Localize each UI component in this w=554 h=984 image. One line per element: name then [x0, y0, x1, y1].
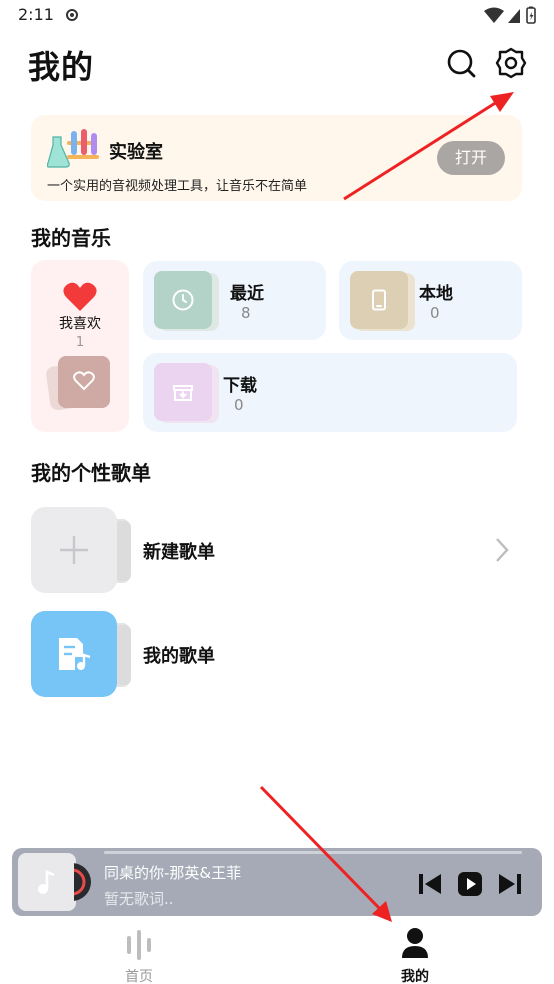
recent-label: 最近	[230, 284, 264, 304]
lab-flask-icon	[47, 129, 99, 168]
my-playlist-label: 我的歌单	[143, 646, 215, 667]
local-count: 0	[430, 304, 440, 322]
skip-next-icon	[499, 874, 521, 894]
previous-button[interactable]	[416, 870, 444, 898]
heart-icon	[63, 282, 97, 311]
chevron-right-icon	[496, 538, 509, 562]
local-card[interactable]: 本地 0	[339, 261, 522, 340]
status-bar: 2:11	[0, 0, 554, 30]
user-icon	[402, 928, 428, 958]
phone-icon	[372, 289, 386, 311]
search-button[interactable]	[444, 46, 478, 80]
my-music-heading: 我的音乐	[31, 226, 111, 250]
new-playlist-thumb	[31, 507, 117, 593]
play-icon	[458, 872, 482, 896]
recent-card[interactable]: 最近 8	[143, 261, 326, 340]
player-lyric: 暂无歌词..	[104, 890, 174, 908]
lab-title: 实验室	[109, 142, 163, 163]
lab-description: 一个实用的音视频处理工具，让音乐不在简单	[47, 179, 308, 194]
favorites-label: 我喜欢	[59, 316, 101, 332]
status-time: 2:11	[18, 5, 54, 24]
my-playlist-thumb-back2	[115, 625, 131, 685]
lab-open-button[interactable]: 打开	[437, 141, 505, 175]
favorites-count: 1	[75, 335, 85, 350]
page-title: 我的	[28, 48, 95, 86]
skip-previous-icon	[419, 874, 441, 894]
clock-icon	[172, 289, 194, 311]
gear-icon	[495, 47, 527, 79]
settings-button[interactable]	[494, 46, 528, 80]
my-playlist-thumb	[31, 611, 117, 697]
search-icon	[447, 49, 476, 78]
my-playlist-row[interactable]: 我的歌单	[31, 611, 521, 699]
local-thumb	[350, 271, 408, 329]
player-song-title: 同桌的你-那英&王菲	[104, 864, 242, 882]
player-progress-bar[interactable]	[104, 851, 522, 854]
downloads-card[interactable]: 下载 0	[143, 353, 517, 432]
bottom-nav: 首页 我的	[0, 920, 554, 984]
downloads-label: 下载	[223, 376, 257, 396]
nav-mine-label: 我的	[401, 969, 429, 984]
new-playlist-row[interactable]: 新建歌单	[31, 507, 521, 595]
nav-home-tab[interactable]: 首页	[99, 926, 179, 984]
new-playlist-thumb-back2	[115, 521, 131, 581]
playlists-heading: 我的个性歌单	[31, 461, 151, 485]
downloads-thumb	[154, 363, 212, 421]
next-button[interactable]	[496, 870, 524, 898]
vinyl-disc-icon	[74, 862, 92, 902]
play-button[interactable]	[456, 870, 484, 898]
new-playlist-label: 新建歌单	[143, 542, 215, 563]
bars-icon	[127, 930, 151, 960]
notification-dot-icon	[66, 9, 78, 21]
mini-player[interactable]: 同桌的你-那英&王菲 暂无歌词..	[12, 848, 542, 916]
player-cover[interactable]	[18, 853, 76, 911]
music-note-icon	[38, 870, 55, 894]
recent-thumb	[154, 271, 212, 329]
local-label: 本地	[419, 284, 453, 304]
music-doc-icon	[59, 638, 91, 670]
recent-count: 8	[241, 304, 251, 322]
downloads-count: 0	[234, 396, 244, 414]
heart-outline-icon	[73, 371, 95, 391]
lab-card[interactable]: 实验室 一个实用的音视频处理工具，让音乐不在简单 打开	[31, 115, 522, 201]
nav-home-label: 首页	[125, 969, 153, 984]
favorites-card[interactable]: 我喜欢 1	[31, 260, 129, 432]
nav-mine-tab[interactable]: 我的	[375, 926, 455, 984]
download-icon	[173, 385, 193, 401]
plus-icon	[60, 536, 88, 564]
wifi-battery-icons	[484, 6, 536, 24]
favorites-thumb	[58, 356, 110, 408]
